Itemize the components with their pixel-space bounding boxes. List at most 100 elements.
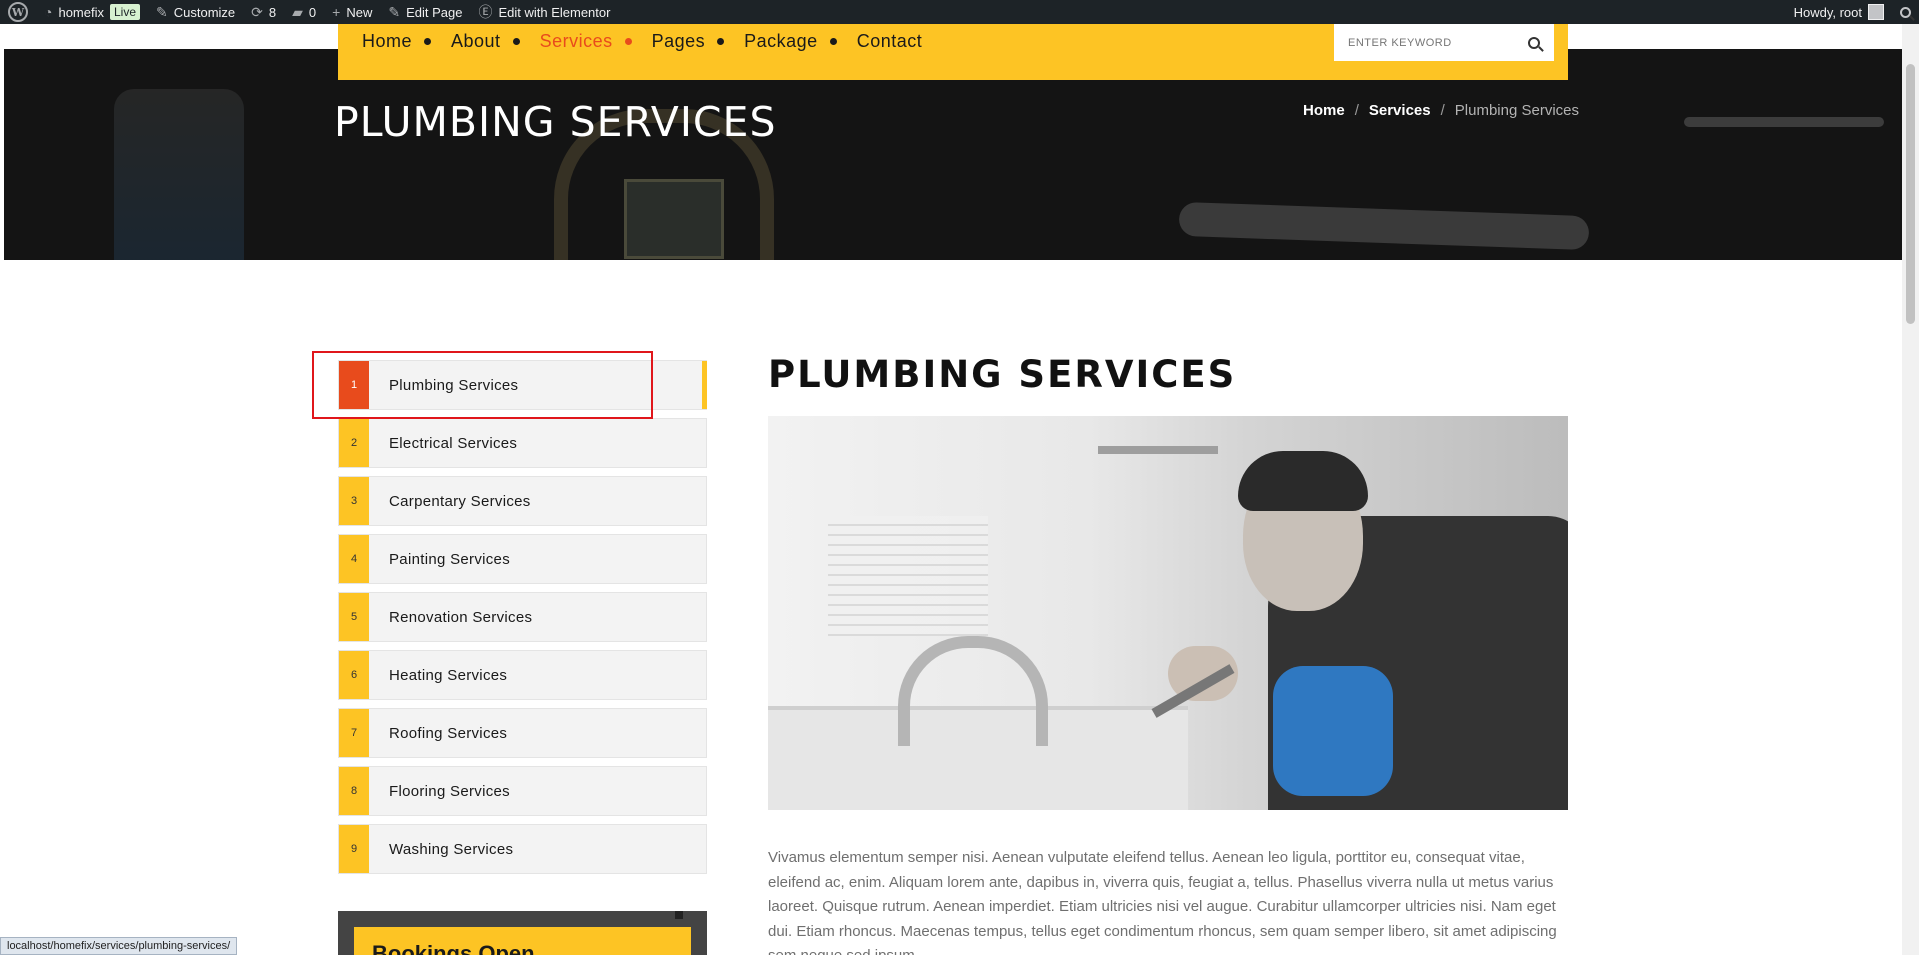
service-title: PLUMBING SERVICES — [768, 353, 1237, 396]
service-number: 6 — [339, 651, 369, 699]
service-item-painting[interactable]: 4 Painting Services — [338, 534, 707, 584]
service-label: Flooring Services — [389, 782, 510, 800]
nav-label: Contact — [856, 30, 923, 51]
service-item-flooring[interactable]: 8 Flooring Services — [338, 766, 707, 816]
faucet — [898, 636, 1048, 746]
selection-highlight — [312, 351, 653, 419]
nav-package[interactable]: Package — [744, 24, 837, 58]
service-item-roofing[interactable]: 7 Roofing Services — [338, 708, 707, 758]
pencil-icon: ✎ — [388, 4, 401, 20]
howdy-label: Howdy, root — [1793, 4, 1862, 20]
updates-link[interactable]: ⟳ 8 — [243, 0, 284, 24]
dropdown-dot-icon — [717, 37, 725, 45]
live-badge: Live — [110, 4, 141, 20]
service-item-washing[interactable]: 9 Washing Services — [338, 824, 707, 874]
pliers-image — [114, 89, 244, 260]
plumber-photo — [768, 416, 1568, 810]
nav-pages[interactable]: Pages — [652, 24, 725, 58]
service-description: Vivamus elementum semper nisi. Aenean vu… — [768, 849, 1557, 955]
dashboard-icon: ◔ — [44, 4, 53, 20]
edit-page-label: Edit Page — [406, 4, 463, 20]
tool-bag — [1273, 666, 1393, 796]
nav-label: About — [451, 30, 501, 51]
dropdown-dot-icon — [424, 37, 432, 45]
wrench-image — [1178, 201, 1590, 251]
status-bar-url: localhost/homefix/services/plumbing-serv… — [0, 937, 238, 955]
avatar — [1868, 4, 1884, 20]
nav-about[interactable]: About — [451, 24, 520, 58]
breadcrumb-separator: / — [1354, 102, 1359, 119]
search-icon[interactable] — [1528, 36, 1540, 49]
plumber-hair — [1238, 451, 1368, 511]
scrollbar-thumb[interactable] — [1906, 64, 1915, 324]
main-navigation: Home About Services Pages Package Contac… — [338, 24, 1568, 80]
comments-count: 0 — [308, 4, 317, 20]
nav-label: Services — [539, 30, 613, 51]
nav-label: Pages — [651, 30, 706, 51]
dropdown-dot-icon — [829, 37, 837, 45]
booking-title: Bookings Open — [354, 927, 691, 955]
site-name-menu[interactable]: ◔ homefix Live — [36, 0, 148, 24]
plus-icon: + — [332, 4, 341, 20]
breadcrumb-current: Plumbing Services — [1454, 102, 1579, 119]
service-label: Renovation Services — [389, 608, 533, 626]
breadcrumb-services[interactable]: Services — [1369, 102, 1431, 119]
page-hero-banner — [4, 49, 1902, 260]
wordpress-icon: W — [8, 2, 28, 22]
service-number: 9 — [339, 825, 369, 873]
service-number: 2 — [339, 419, 369, 467]
updates-count: 8 — [268, 4, 277, 20]
breadcrumb-separator: / — [1440, 102, 1445, 119]
services-sidebar-list: 1 Plumbing Services 2 Electrical Service… — [338, 360, 707, 882]
service-number: 8 — [339, 767, 369, 815]
edit-page-link[interactable]: ✎ Edit Page — [380, 0, 470, 24]
my-account-menu[interactable]: Howdy, root — [1786, 0, 1892, 24]
updates-icon: ⟳ — [251, 4, 263, 20]
breadcrumb-home[interactable]: Home — [1303, 102, 1345, 119]
service-item-renovation[interactable]: 5 Renovation Services — [338, 592, 707, 642]
wp-admin-bar: W ◔ homefix Live ✎ Customize ⟳ 8 ▰ 0 + N… — [0, 0, 1919, 24]
service-item-carpentary[interactable]: 3 Carpentary Services — [338, 476, 707, 526]
new-label: New — [346, 4, 373, 20]
service-number: 5 — [339, 593, 369, 641]
service-label: Carpentary Services — [389, 492, 531, 510]
wall-tiles — [828, 516, 988, 636]
nav-label: Package — [744, 30, 818, 51]
admin-search-button[interactable] — [1892, 0, 1919, 24]
site-name: homefix — [58, 4, 104, 20]
search-input[interactable] — [1348, 36, 1528, 49]
breadcrumb: Home / Services / Plumbing Services — [1303, 102, 1579, 119]
customize-label: Customize — [173, 4, 236, 20]
elementor-label: Edit with Elementor — [498, 4, 611, 20]
meter-image — [624, 179, 724, 259]
search-box — [1334, 24, 1554, 61]
dropdown-dot-icon — [512, 37, 520, 45]
service-label: Washing Services — [389, 840, 514, 858]
service-label: Painting Services — [389, 550, 510, 568]
comments-link[interactable]: ▰ 0 — [284, 0, 324, 24]
nav-services[interactable]: Services — [540, 24, 632, 58]
corner-decoration — [675, 911, 683, 919]
shelf — [1098, 446, 1218, 454]
customize-link[interactable]: ✎ Customize — [148, 0, 243, 24]
wordpress-logo-menu[interactable]: W — [0, 0, 36, 24]
service-item-heating[interactable]: 6 Heating Services — [338, 650, 707, 700]
service-number: 3 — [339, 477, 369, 525]
nav-home[interactable]: Home — [362, 24, 432, 58]
page-scrollbar[interactable] — [1902, 24, 1919, 955]
edit-with-elementor-link[interactable]: Ⓔ Edit with Elementor — [470, 0, 618, 24]
hero-title: PLUMBING SERVICES — [334, 98, 777, 146]
comment-icon: ▰ — [292, 4, 303, 20]
nav-contact[interactable]: Contact — [857, 24, 923, 58]
new-content-menu[interactable]: + New — [324, 0, 380, 24]
service-item-electrical[interactable]: 2 Electrical Services — [338, 418, 707, 468]
service-label: Heating Services — [389, 666, 508, 684]
service-number: 7 — [339, 709, 369, 757]
booking-widget: Bookings Open — [338, 911, 707, 955]
drill-bit-image — [1684, 117, 1884, 127]
nav-label: Home — [362, 30, 413, 51]
elementor-icon: Ⓔ — [478, 4, 493, 20]
dropdown-dot-icon — [624, 37, 632, 45]
search-icon — [1900, 6, 1911, 18]
brush-icon: ✎ — [156, 4, 168, 20]
